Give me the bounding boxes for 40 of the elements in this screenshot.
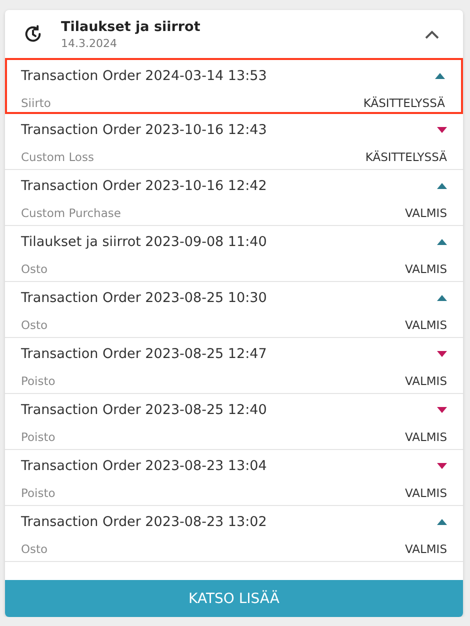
order-type: Osto [21,318,48,332]
order-status: VALMIS [404,374,447,388]
order-type: Poisto [21,486,56,500]
order-title: Transaction Order 2023-08-23 13:04 [21,458,267,474]
order-row[interactable]: Transaction Order 2023-08-23 13:02 Osto VALMIS [5,506,463,562]
order-row[interactable]: Transaction Order 2023-08-25 12:40 Poisto VALMIS [5,394,463,450]
order-title: Transaction Order 2023-08-25 10:30 [21,290,267,306]
order-status: VALMIS [404,486,447,500]
order-status: VALMIS [404,262,447,276]
order-type: Osto [21,262,48,276]
section-date: 14.3.2024 [61,36,118,50]
order-row[interactable]: Transaction Order 2023-10-16 12:42 Custom Purchase VALMIS [5,170,463,226]
order-row[interactable]: Transaction Order 2024-03-14 13:53 Siirto KÄSITTELYSSÄ [5,58,463,114]
order-type: Siirto [21,96,51,110]
order-title: Transaction Order 2023-08-23 13:02 [21,514,267,530]
order-type: Custom Loss [21,150,94,164]
order-title: Transaction Order 2023-08-25 12:47 [21,346,267,362]
order-row[interactable]: Transaction Order 2023-08-25 12:47 Poisto VALMIS [5,338,463,394]
order-title: Transaction Order 2023-10-16 12:43 [21,122,267,138]
order-type: Poisto [21,430,56,444]
order-row[interactable]: Transaction Order 2023-08-25 10:30 Osto VALMIS [5,282,463,338]
order-title: Tilaukset ja siirrot 2023-09-08 11:40 [21,234,267,250]
order-type: Osto [21,542,48,556]
order-status: VALMIS [404,542,447,556]
order-row[interactable]: Tilaukset ja siirrot 2023-09-08 11:40 Osto VALMIS [5,226,463,282]
order-status: KÄSITTELYSSÄ [363,96,445,110]
order-type: Poisto [21,374,56,388]
chevron-icon [425,30,439,38]
order-title: Transaction Order 2023-08-25 12:40 [21,402,267,418]
order-row[interactable]: Transaction Order 2023-08-23 13:04 Poisto VALMIS [5,450,463,506]
order-row[interactable]: Transaction Order 2023-10-16 12:43 Custom Loss KÄSITTELYSSÄ [5,114,463,170]
order-status: VALMIS [404,206,447,220]
section-title: Tilaukset ja siirrot [61,18,202,34]
order-type: Custom Purchase [21,206,121,220]
order-status: VALMIS [404,430,447,444]
order-title: Transaction Order 2023-10-16 12:42 [21,178,267,194]
history-icon [23,24,43,44]
order-status: VALMIS [404,318,447,332]
order-status: KÄSITTELYSSÄ [365,150,447,164]
order-title: Transaction Order 2024-03-14 13:53 [21,68,267,84]
